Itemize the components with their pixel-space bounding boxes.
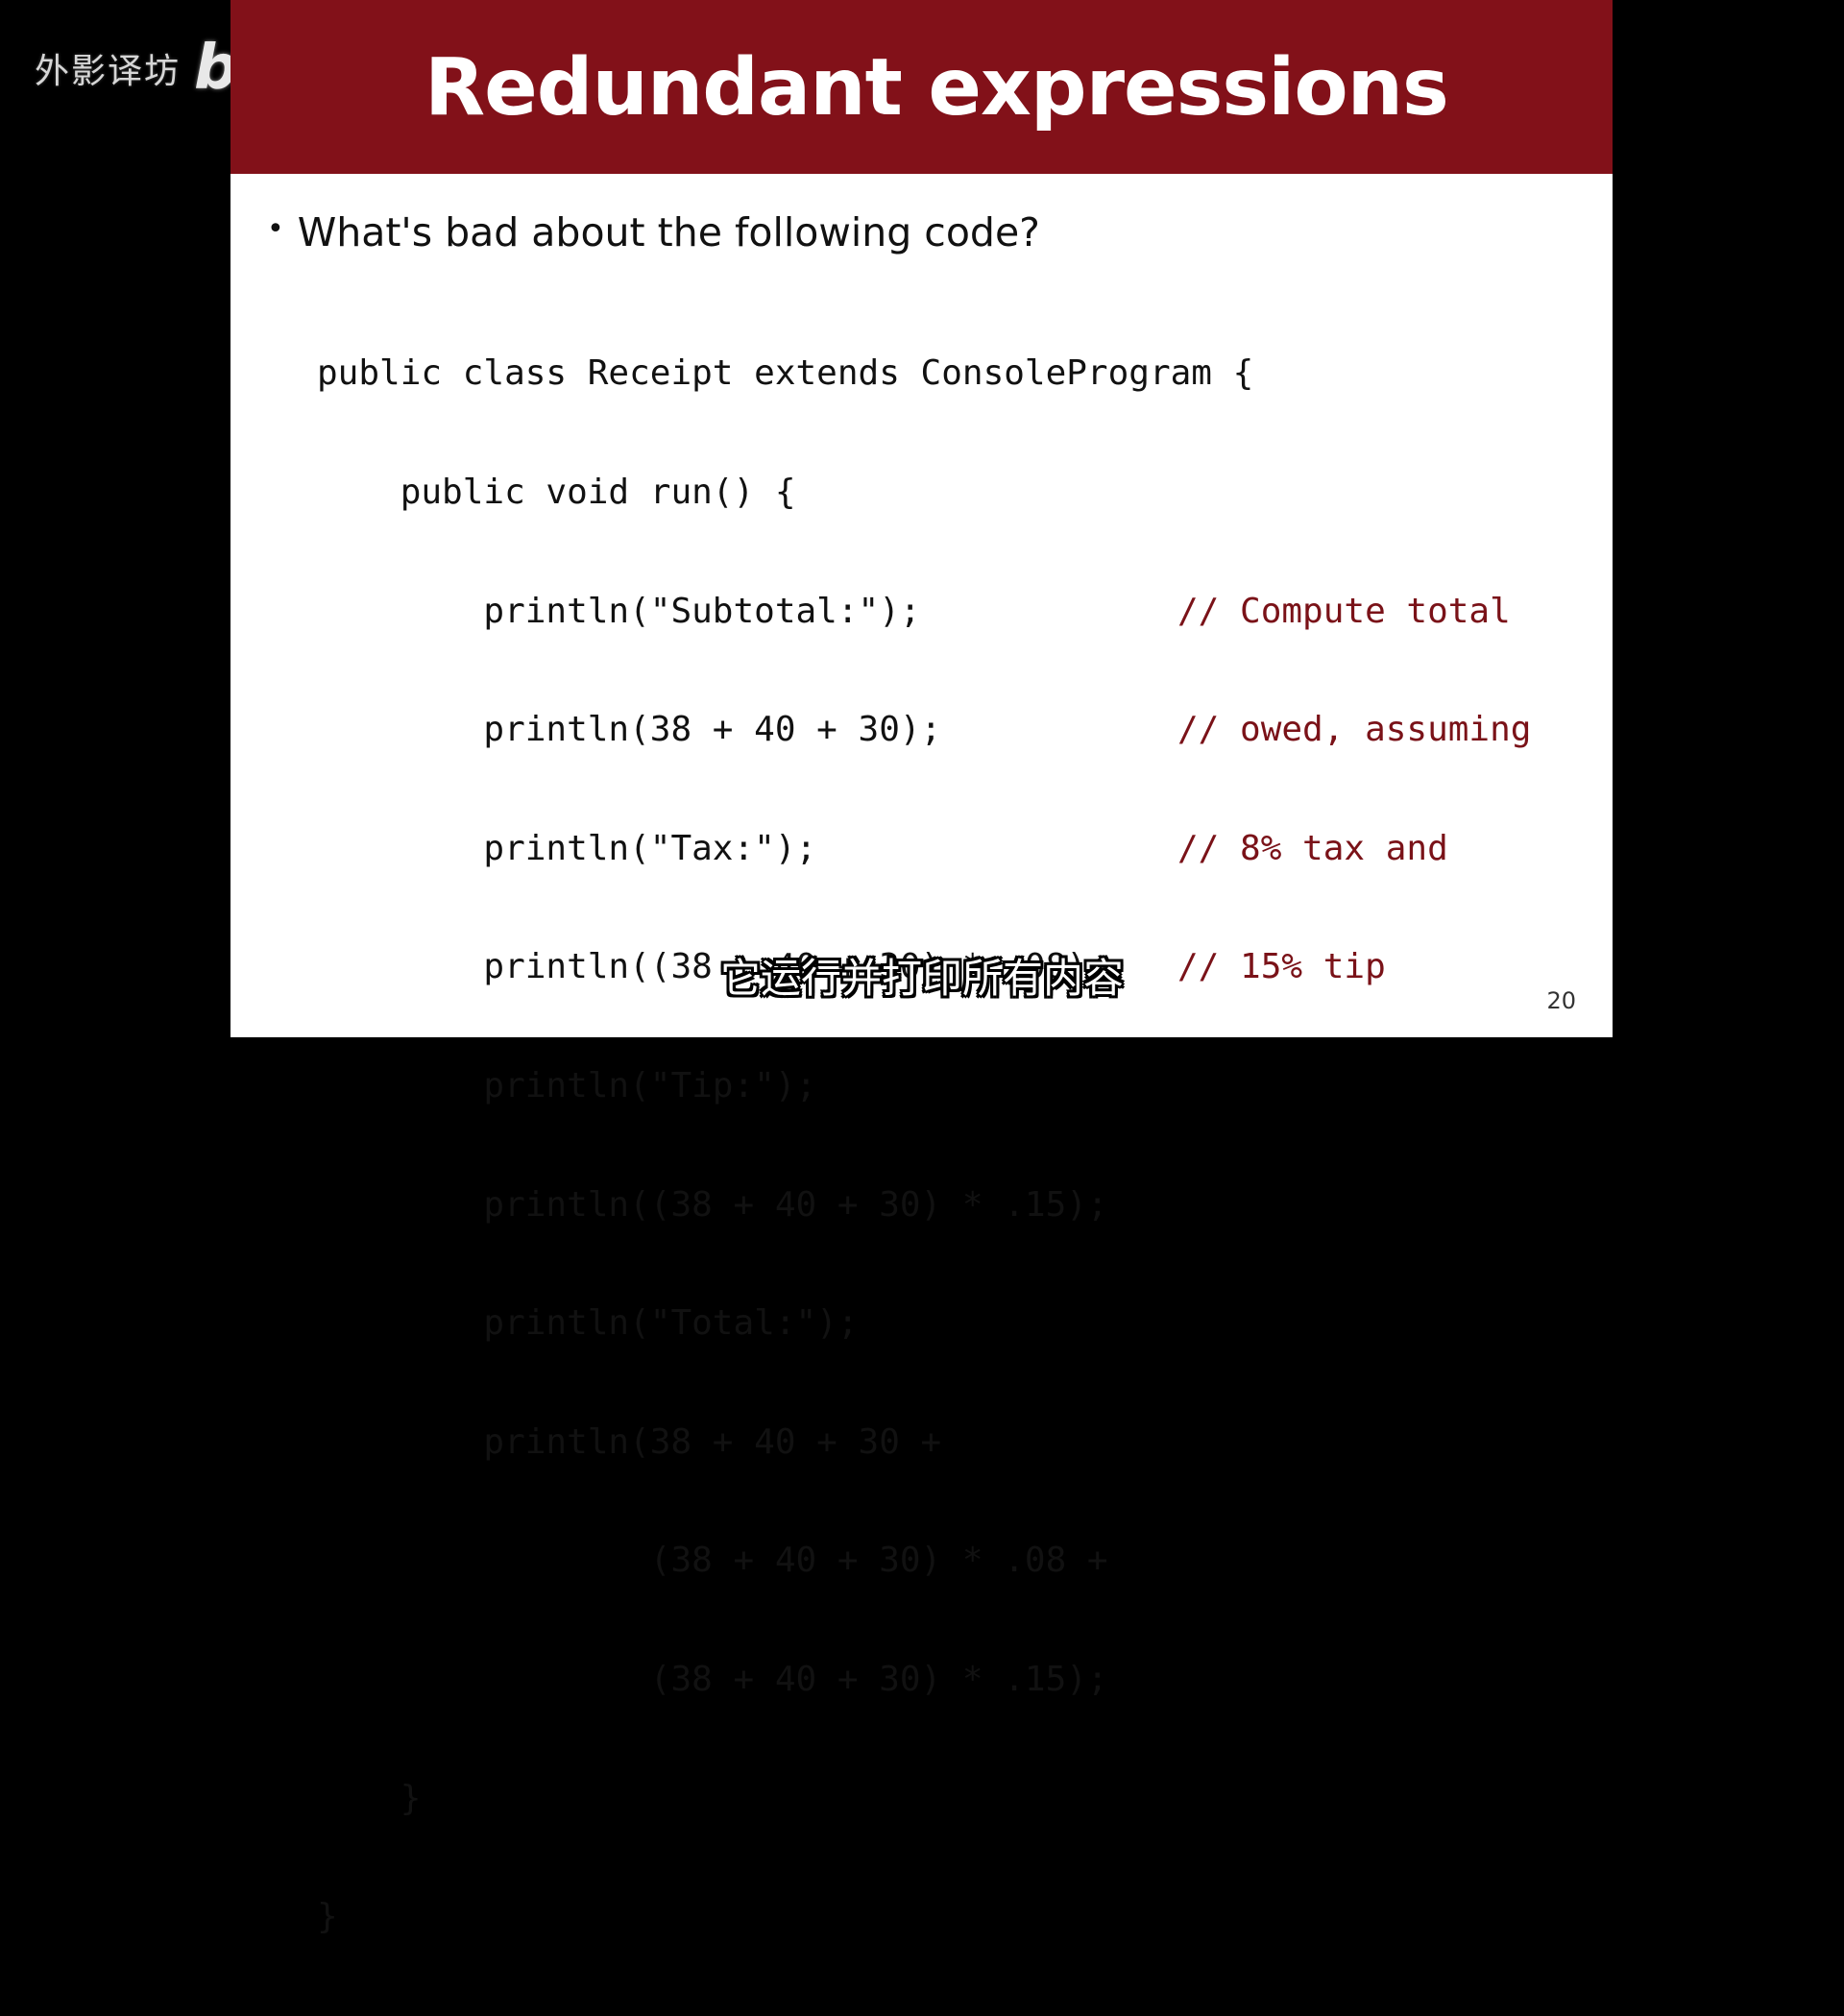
- code-line: println((38 + 40 + 30) * .15);: [317, 1184, 1108, 1225]
- bullet-text: What's bad about the following code?: [297, 209, 1040, 255]
- comment-line: [1177, 473, 1531, 512]
- code-line: println("Tip:");: [317, 1065, 817, 1105]
- code-line: println("Tax:");: [317, 828, 817, 868]
- slide: Redundant expressions • What's bad about…: [230, 0, 1613, 1936]
- code-line: println("Total:");: [317, 1303, 859, 1344]
- code-line: println(38 + 40 + 30 +: [317, 1421, 942, 1462]
- comment-line: // owed, assuming: [1177, 710, 1532, 750]
- bullet-item: • What's bad about the following code?: [267, 209, 1040, 255]
- code-line: public void run() {: [317, 473, 796, 512]
- code-block: public class Receipt extends ConsoleProg…: [317, 275, 1253, 2016]
- comment-line: // 8% tax and: [1177, 828, 1448, 868]
- slide-header: Redundant expressions: [230, 0, 1613, 174]
- code-line: }: [317, 1897, 338, 1937]
- code-line: (38 + 40 + 30) * .15);: [317, 1659, 1108, 1699]
- code-line: (38 + 40 + 30) * .08 +: [317, 1541, 1108, 1581]
- slide-title: Redundant expressions: [425, 42, 1449, 134]
- watermark-text: 外影译坊: [35, 52, 182, 91]
- bullet-dot-icon: •: [267, 212, 284, 246]
- video-subtitle: 它运行并打印所有内容: [719, 955, 1124, 1002]
- code-line: println(38 + 40 + 30);: [317, 710, 942, 750]
- comment-line: // Compute total: [1177, 591, 1511, 631]
- code-line: println("Subtotal:");: [317, 591, 921, 631]
- comment-line: [1177, 353, 1531, 393]
- code-line: }: [317, 1778, 422, 1818]
- code-line: public class Receipt extends ConsoleProg…: [317, 353, 1254, 394]
